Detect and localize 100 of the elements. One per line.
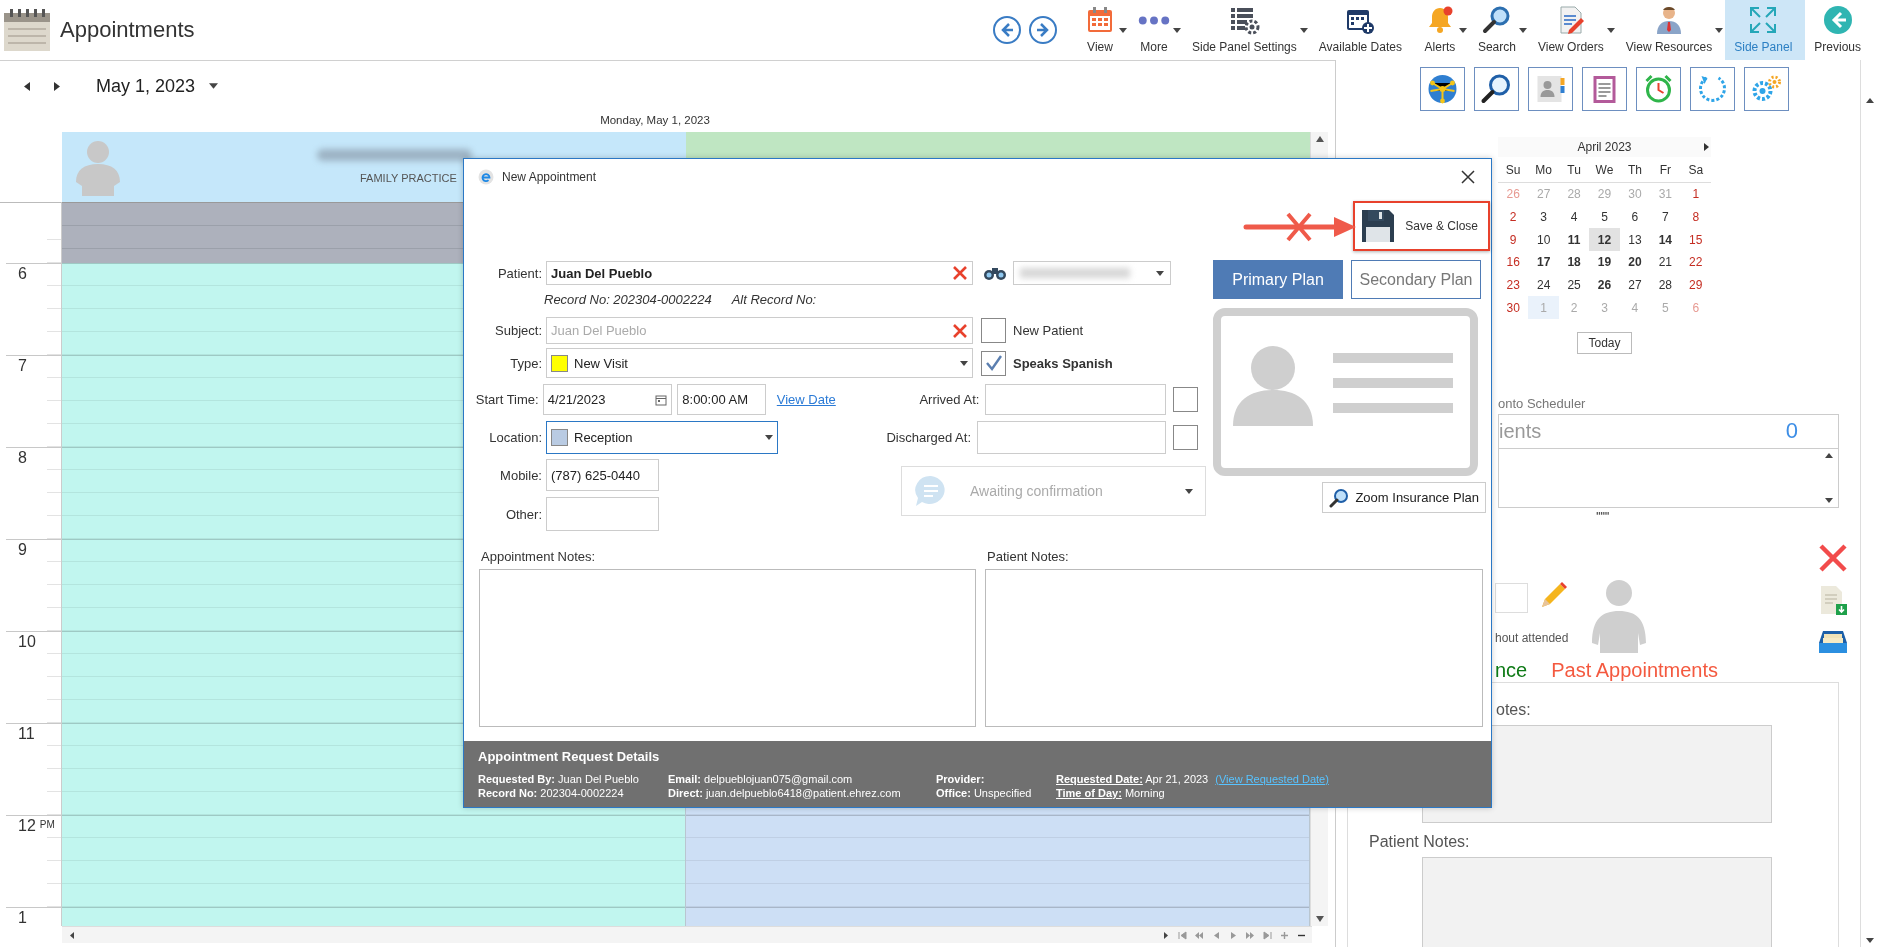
toolbar-button[interactable]: Alerts <box>1414 0 1469 60</box>
scrollbar[interactable] <box>62 926 1312 943</box>
toolbar-button[interactable]: View Resources <box>1616 0 1726 60</box>
scroll-down-icon[interactable] <box>1865 938 1874 943</box>
close-icon[interactable] <box>1818 543 1849 573</box>
calendar-day[interactable]: 16 <box>1498 250 1529 274</box>
scroll-up-icon[interactable] <box>1825 452 1833 458</box>
next-month-icon[interactable] <box>1704 142 1709 151</box>
calendar-day[interactable]: 3 <box>1528 205 1559 229</box>
notes-label: Patient Notes: <box>1369 833 1470 850</box>
calendar-day[interactable]: 2 <box>1498 205 1529 229</box>
checkbox[interactable] <box>981 350 1006 376</box>
plus-icon[interactable] <box>1280 930 1289 940</box>
calendar-day[interactable]: 9 <box>1498 228 1529 251</box>
calendar-day[interactable]: 18 <box>1558 250 1590 274</box>
scroll-right-icon[interactable] <box>1161 930 1170 940</box>
last-icon[interactable] <box>1263 930 1272 940</box>
calendar-day[interactable]: 1 <box>1680 182 1711 206</box>
field-label: Location: <box>488 430 542 445</box>
plan-tab[interactable]: Secondary Plan <box>1351 260 1481 299</box>
current-date[interactable]: May 1, 2023 <box>96 75 196 97</box>
detail-value: delpueblojuan075@gmail.com <box>704 773 853 785</box>
record-number: Record No: 202304-0002224 <box>544 291 712 307</box>
first-icon[interactable] <box>1178 930 1187 940</box>
calendar-day[interactable]: 26 <box>1589 273 1620 297</box>
input-field[interactable] <box>1495 583 1528 613</box>
calendar-day[interactable]: 27 <box>1619 273 1651 297</box>
calendar-day[interactable]: 11 <box>1558 228 1590 251</box>
toolbar-button[interactable]: View Orders <box>1528 0 1617 60</box>
patient-field[interactable]: Juan Del Pueblo <box>546 261 973 285</box>
toolbar-button[interactable]: Previous <box>1805 0 1874 60</box>
calendar-day[interactable]: 17 <box>1528 250 1559 274</box>
calendar-day[interactable]: 5 <box>1589 205 1620 229</box>
date-field[interactable]: 4/21/2023 <box>542 384 673 415</box>
time-field[interactable]: 8:00:00 AM <box>677 384 766 415</box>
rewind-icon[interactable] <box>1195 930 1204 940</box>
calendar-day[interactable]: 13 <box>1619 228 1651 251</box>
hour-label: 11 <box>18 726 35 742</box>
type-dropdown[interactable]: New Visit <box>546 348 973 378</box>
detail-label: Direct: <box>668 787 703 799</box>
clear-icon[interactable] <box>952 265 968 281</box>
scroll-up-icon[interactable] <box>1315 136 1324 142</box>
binoculars-icon[interactable] <box>983 265 1007 281</box>
calendar-day[interactable]: 14 <box>1650 228 1681 251</box>
next-icon[interactable] <box>1229 930 1238 940</box>
splitter-grip[interactable] <box>1596 512 1610 515</box>
arrived-at-field[interactable] <box>985 384 1167 415</box>
tab[interactable]: nce <box>1495 659 1528 682</box>
checkbox[interactable] <box>1173 425 1198 450</box>
other-field[interactable] <box>546 497 659 531</box>
scroll-down-icon[interactable] <box>1315 916 1324 922</box>
scroll-left-icon[interactable] <box>68 930 77 940</box>
field-label: Subject: <box>494 323 542 338</box>
previous-icon[interactable] <box>1212 930 1221 940</box>
clear-icon[interactable] <box>952 322 968 339</box>
calendar-day[interactable]: 8 <box>1680 205 1711 229</box>
mobile-field[interactable]: (787) 625-0440 <box>546 459 659 491</box>
zoom-insurance-button[interactable]: Zoom Insurance Plan <box>1322 482 1486 513</box>
calendar-day[interactable]: 29 <box>1680 273 1711 297</box>
checkbox[interactable] <box>1173 387 1199 412</box>
calendar-day[interactable]: 4 <box>1558 205 1590 229</box>
calendar-day[interactable]: 24 <box>1528 273 1559 297</box>
toolbar-button[interactable]: Search <box>1468 0 1529 60</box>
toolbar-button[interactable] <box>1474 67 1519 111</box>
detail-label: Requested Date: <box>1056 773 1143 785</box>
checkbox[interactable] <box>981 318 1006 343</box>
calendar-day[interactable]: 28 <box>1650 273 1681 297</box>
view-date-link[interactable]: View Date <box>776 392 836 407</box>
refresh-icon <box>1696 73 1729 105</box>
hour-label: 12 <box>18 818 36 834</box>
calendar-day[interactable]: 20 <box>1619 250 1651 274</box>
calendar-day[interactable]: 21 <box>1650 250 1681 274</box>
scroll-up-icon[interactable] <box>1865 98 1874 103</box>
calendar-day[interactable]: 22 <box>1680 250 1711 274</box>
calendar-day[interactable]: 10 <box>1528 228 1559 251</box>
toolbar-button[interactable]: View <box>1075 0 1129 60</box>
toolbar-button[interactable]: Available Dates <box>1309 0 1415 60</box>
close-button[interactable] <box>1459 168 1477 186</box>
meridiem-label: PM <box>39 819 55 830</box>
today-button[interactable]: Today <box>1577 332 1632 354</box>
plan-tab[interactable]: Primary Plan <box>1213 260 1343 299</box>
fast-forward-icon[interactable] <box>1246 930 1255 940</box>
calendar-day[interactable]: 19 <box>1589 250 1620 274</box>
calendar-day[interactable]: 23 <box>1498 273 1529 297</box>
toolbar-button[interactable]: More <box>1129 0 1183 60</box>
calendar-day[interactable]: 25 <box>1558 273 1590 297</box>
calendar-day[interactable]: 15 <box>1680 228 1711 251</box>
document-download-icon[interactable] <box>1818 585 1849 615</box>
toolbar-button[interactable]: Side Panel Settings <box>1183 0 1310 60</box>
calendar-icon[interactable] <box>655 393 668 406</box>
location-dropdown[interactable]: Reception <box>546 421 778 454</box>
calendar-day[interactable]: 7 <box>1650 205 1681 229</box>
field-label: Mobile: <box>499 467 542 483</box>
hour-label: 6 <box>18 266 27 282</box>
calendar-day[interactable]: 12 <box>1589 228 1620 251</box>
scroll-down-icon[interactable] <box>1825 498 1833 504</box>
hour-label: 1 <box>18 910 27 926</box>
discharged-at-field[interactable] <box>977 421 1166 454</box>
calendar-day[interactable]: 6 <box>1619 205 1651 229</box>
calendar-day[interactable]: 30 <box>1498 296 1529 319</box>
